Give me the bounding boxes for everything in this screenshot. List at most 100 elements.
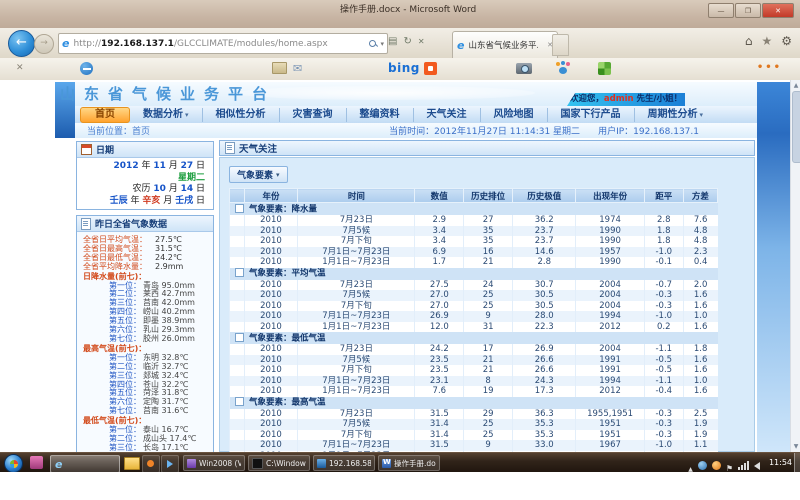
group-row-3: 气象要素：最高气温 xyxy=(230,397,718,409)
column-header: 年份 xyxy=(244,189,298,203)
search-dropdown-icon[interactable] xyxy=(380,40,384,48)
taskbar-button-browser[interactable]: e xyxy=(50,455,120,473)
search-icon[interactable] xyxy=(369,40,377,48)
start-button[interactable] xyxy=(4,454,23,473)
row-select-cell xyxy=(230,376,245,387)
table-cell: 8 xyxy=(464,376,513,387)
network-icon[interactable] xyxy=(738,461,749,470)
volume-icon[interactable] xyxy=(754,462,760,470)
scroll-thumb[interactable] xyxy=(792,91,800,163)
nav-item-6[interactable]: 风险地图 xyxy=(481,108,548,122)
nav-item-3[interactable]: 灾害查询 xyxy=(280,108,347,122)
table-cell: 2010 xyxy=(244,301,298,312)
nav-item-label: 周期性分析 xyxy=(648,109,698,120)
scroll-down-icon[interactable]: ▼ xyxy=(792,442,800,451)
nav-item-7[interactable]: 国家下行产品 xyxy=(548,108,635,122)
table-cell: 35.3 xyxy=(513,430,576,441)
table-row: 20101月1日~7月23日12.03122.320120.21.6 xyxy=(230,322,718,333)
camera-icon[interactable] xyxy=(516,63,532,74)
bing-toolbar[interactable]: bing xyxy=(388,61,437,75)
table-cell: 7月1日~7月23日 xyxy=(298,376,415,387)
tray-app-icon-orange[interactable] xyxy=(712,461,721,470)
refresh-icon[interactable] xyxy=(403,36,411,47)
nav-item-4[interactable]: 整编资料 xyxy=(347,108,414,122)
forward-button[interactable]: → xyxy=(34,34,54,54)
taskbar-media-button-1[interactable] xyxy=(142,455,160,473)
table-cell: -1.1 xyxy=(644,376,683,387)
show-desktop-button[interactable] xyxy=(794,453,800,473)
element-selector-button[interactable]: 气象要素 xyxy=(229,166,288,183)
table-row: 20107月23日31.52936.31955,1951-0.32.5 xyxy=(230,409,718,420)
address-bar[interactable]: e http://192.168.137.1/GLCCLIMATE/module… xyxy=(58,33,388,54)
calendar-icon xyxy=(81,144,92,155)
table-cell: 2004 xyxy=(576,290,644,301)
blocker-icon[interactable] xyxy=(80,62,93,75)
group-cell: 气象要素：最低气温 xyxy=(230,332,718,344)
group-cell: 气象要素：平均气温 xyxy=(230,268,718,280)
calendar-text: 日 xyxy=(193,184,205,194)
table-row: 20107月1日~7月23日31.5933.01967-1.01.1 xyxy=(230,440,718,451)
scroll-up-icon[interactable]: ▲ xyxy=(792,81,800,90)
table-cell: 1.9 xyxy=(683,430,717,441)
taskbar-button-0[interactable]: Win2008 (VS2... xyxy=(183,455,245,471)
row-select-cell xyxy=(230,344,245,355)
explorer-folder-icon[interactable] xyxy=(124,457,140,470)
nav-item-0[interactable]: 首页 xyxy=(80,107,130,123)
toolbar-close-icon[interactable] xyxy=(16,63,24,73)
mail-icon[interactable] xyxy=(293,62,302,75)
taskbar-media-button-2[interactable] xyxy=(161,455,179,473)
row-select-cell xyxy=(230,247,245,258)
column-header: 出现年份 xyxy=(576,189,644,203)
row-select-cell xyxy=(230,226,245,237)
nav-item-2[interactable]: 相似性分析 xyxy=(203,108,280,122)
group-checkbox[interactable] xyxy=(235,268,244,277)
table-row: 20107月下旬3.43523.719901.84.8 xyxy=(230,236,718,247)
compatibility-view-icon[interactable] xyxy=(388,36,397,47)
favorites-star-icon[interactable] xyxy=(761,34,772,48)
table-cell: 1.6 xyxy=(683,322,717,333)
stop-icon[interactable] xyxy=(418,36,425,47)
taskbar-button-1[interactable]: C:\Windows\s... xyxy=(248,455,310,471)
table-cell: 2012 xyxy=(576,322,644,333)
bottom-margin xyxy=(0,472,800,500)
toolbar-more-button[interactable]: ••• xyxy=(757,62,782,73)
group-checkbox[interactable] xyxy=(235,397,244,406)
rank-line: 第三位：长岛 17.1℃ xyxy=(83,444,211,452)
table-cell: 2010 xyxy=(244,419,298,430)
nav-item-8[interactable]: 周期性分析 xyxy=(635,108,717,122)
group-checkbox[interactable] xyxy=(235,333,244,342)
ie-icon: e xyxy=(55,458,62,471)
maximize-button[interactable] xyxy=(735,3,761,18)
home-icon[interactable] xyxy=(745,34,753,48)
calendar-text: 年 xyxy=(139,161,154,171)
new-tab-button[interactable] xyxy=(552,34,569,56)
table-cell: -0.7 xyxy=(644,280,683,291)
group-cell: 气象要素：最高气温 xyxy=(230,397,718,409)
table-cell: 6.9 xyxy=(415,247,464,258)
paw-icon[interactable] xyxy=(556,62,570,75)
back-button[interactable]: ← xyxy=(8,30,35,57)
taskbar-button-3[interactable]: 操作手册.docx ... xyxy=(378,455,440,471)
browser-scrollbar[interactable]: ▲ ▼ xyxy=(790,80,800,452)
table-cell: 7月下旬 xyxy=(298,430,415,441)
table-cell: -0.3 xyxy=(644,290,683,301)
tools-gear-icon[interactable] xyxy=(781,34,792,48)
taskbar-button-2[interactable]: 192.168.58.99... xyxy=(313,455,375,471)
pinned-app-icon[interactable] xyxy=(30,456,43,469)
group-checkbox[interactable] xyxy=(235,204,244,213)
table-cell: 14.6 xyxy=(513,247,576,258)
nav-item-1[interactable]: 数据分析 xyxy=(130,108,203,122)
rank-label: 第三位： xyxy=(109,444,141,452)
nav-item-5[interactable]: 天气关注 xyxy=(414,108,481,122)
apps-grid-icon[interactable] xyxy=(598,62,611,75)
row-select-cell xyxy=(230,257,245,268)
breadcrumb: 当前位置：首页 xyxy=(75,124,150,137)
taskbar-clock[interactable]: 11:54 xyxy=(769,458,792,467)
tray-app-icon-blue[interactable] xyxy=(698,461,707,470)
calendar-title: 日期 xyxy=(96,143,114,156)
minimize-button[interactable] xyxy=(708,3,734,18)
browser-tab[interactable]: e 山东省气候业务平... xyxy=(452,31,558,58)
close-button[interactable] xyxy=(762,3,794,18)
card-icon[interactable] xyxy=(272,62,287,74)
table-cell: 27.0 xyxy=(415,290,464,301)
